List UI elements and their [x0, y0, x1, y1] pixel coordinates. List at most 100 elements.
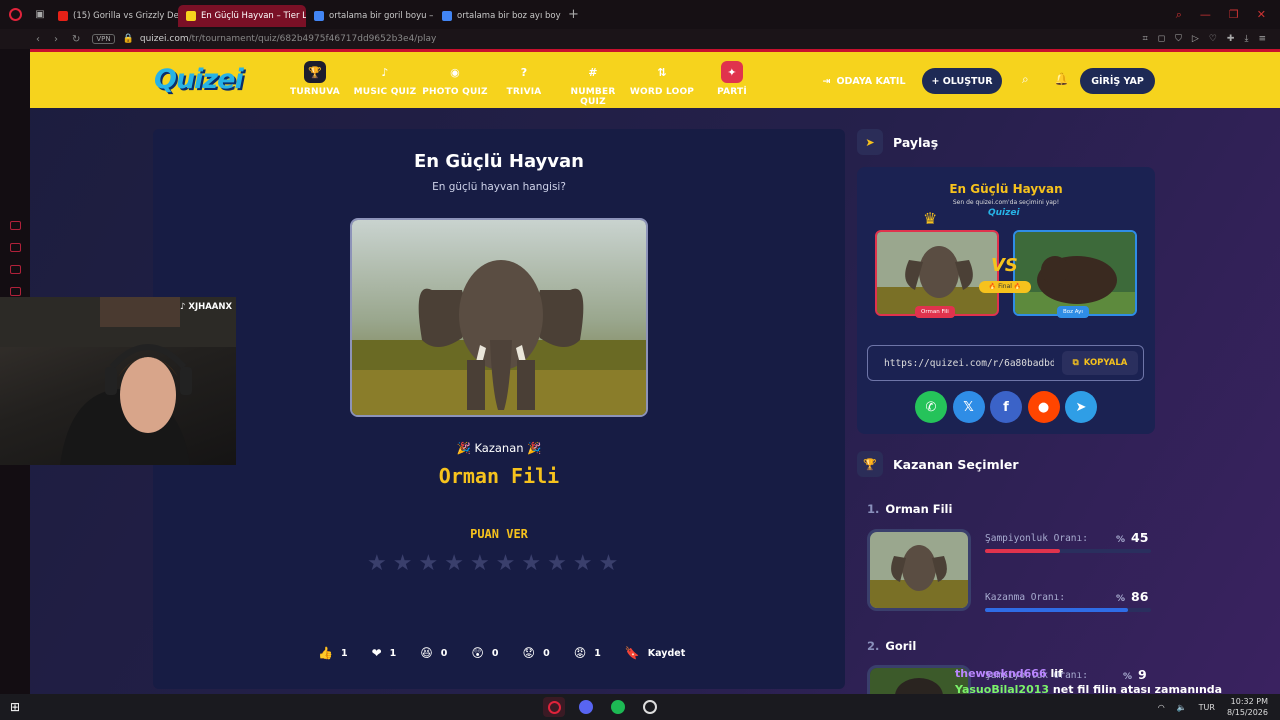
browser-tab[interactable]: (15) Gorilla vs Grizzly Deba [50, 5, 178, 27]
whatsapp-icon[interactable]: ✆ [915, 391, 947, 423]
nav-item-number-quiz[interactable]: # NUMBER QUIZ [558, 61, 628, 108]
hash-icon: # [588, 65, 598, 79]
star-icon[interactable]: ★ [496, 553, 516, 575]
create-button[interactable]: + OLUŞTUR [922, 68, 1002, 94]
sidebar-whatsapp-icon[interactable] [10, 243, 21, 252]
sidebar-flow-icon[interactable] [10, 287, 21, 296]
nav-item-turnuva[interactable]: 🏆 TURNUVA [280, 61, 350, 97]
nav-item-label: PHOTO QUIZ [422, 87, 488, 97]
reaction-button[interactable]: 😲 0 [471, 646, 498, 660]
nav-item-trivia[interactable]: ? TRIVIA [489, 61, 559, 98]
maximize-icon[interactable]: ❐ [1229, 8, 1239, 22]
search-tabs-icon[interactable]: ⌕ [1176, 8, 1182, 22]
share-right-image [1013, 230, 1137, 316]
vpn-badge[interactable]: VPN [92, 34, 115, 44]
sidebar-player-icon[interactable] [10, 265, 21, 274]
reaction-button[interactable]: 😟 0 [523, 646, 550, 660]
star-icon[interactable]: ★ [393, 553, 413, 575]
star-icon[interactable]: ★ [367, 553, 387, 575]
star-icon[interactable]: ★ [470, 553, 490, 575]
star-icon[interactable]: ★ [444, 553, 464, 575]
back-icon[interactable]: ‹ [36, 34, 40, 45]
winners-heading-label: Kazanan Seçimler [893, 456, 1019, 472]
nav-item-photo-quiz[interactable]: ◉ PHOTO QUIZ [420, 61, 490, 98]
wifi-icon[interactable]: ◠ [1158, 703, 1165, 712]
star-icon[interactable]: ★ [599, 553, 619, 575]
facebook-icon[interactable]: f [990, 391, 1022, 423]
menu-icon[interactable]: ≡ [1258, 34, 1266, 44]
reaction-button[interactable]: ❤ 1 [372, 646, 397, 660]
nav-item-label: PARTİ [717, 87, 747, 97]
volume-icon[interactable]: 🔈 [1177, 703, 1187, 712]
webcam-overlay: ♪ XJHAANX [0, 297, 236, 465]
heart-outline-icon[interactable]: ♡ [1209, 34, 1217, 44]
nav-item-parti̇[interactable]: ✦ PARTİ [697, 61, 767, 97]
join-room-button[interactable]: ⇥ ODAYA KATIL [818, 68, 910, 94]
screenshot-icon[interactable]: ⌗ [1143, 34, 1148, 44]
winner-image [350, 218, 648, 417]
star-icon[interactable]: ★ [547, 553, 567, 575]
reddit-icon[interactable]: ● [1027, 391, 1060, 423]
winner-rank-1-image[interactable] [867, 529, 971, 611]
star-icon[interactable]: ★ [521, 553, 541, 575]
shield-icon[interactable]: ⛉ [1175, 34, 1182, 44]
x-icon[interactable]: 𝕏 [952, 391, 985, 423]
download-icon[interactable]: ⤓ [1244, 34, 1248, 44]
snapshot-icon[interactable]: ◻ [1158, 34, 1165, 44]
search-icon[interactable]: ⌕ [1022, 72, 1029, 87]
share-link-text[interactable]: https://quizei.com/r/6a80badbd [884, 358, 1054, 369]
reaction-button[interactable]: 👍 1 [318, 646, 348, 660]
share-card-subtitle: Sen de quizei.com'da seçimini yap! [952, 199, 1060, 206]
reaction-button[interactable]: 😆 0 [420, 646, 447, 660]
reaction-bar: 👍 1 ❤ 1 😆 0 😲 0 😟 0 😡 1 🔖 Kaydet [318, 646, 685, 660]
quizei-logo[interactable]: Quizei [154, 64, 244, 95]
extensions-icon[interactable]: ✚ [1227, 34, 1235, 44]
taskbar-discord-icon[interactable] [575, 697, 597, 717]
reaction-count: 1 [389, 647, 397, 659]
login-button[interactable]: GİRİŞ YAP [1080, 68, 1155, 94]
windows-start-icon[interactable]: ⊞ [0, 700, 30, 714]
camera-icon: ◉ [450, 65, 460, 79]
play-icon[interactable]: ▷ [1192, 34, 1199, 44]
quiz-subtitle: En güçlü hayvan hangisi? [432, 181, 566, 193]
star-icon[interactable]: ★ [573, 553, 593, 575]
windows-taskbar: ⊞ ◠ 🔈 TUR 10:32 PM 8/15/2026 [0, 694, 1280, 720]
nav-item-music-quiz[interactable]: ♪ MUSIC QUIZ [350, 61, 420, 98]
champion-rate-label: Şampiyonluk Oranı: [985, 533, 1088, 544]
sidebar-messenger-icon[interactable] [10, 221, 21, 230]
lock-icon: 🔒 [122, 34, 134, 44]
opera-menu-button[interactable] [0, 0, 30, 29]
url-field[interactable]: quizei.com/tr/tournament/quiz/682b4975f4… [140, 34, 437, 44]
browser-tab[interactable]: En Güçlü Hayvan – Tier Lis [178, 5, 306, 27]
bell-icon[interactable]: 🔔 [1054, 72, 1069, 86]
reload-icon[interactable]: ↻ [72, 34, 80, 45]
browser-tab-label: ortalama bir goril boyu – G [329, 11, 434, 21]
clock-time: 10:32 PM [1230, 697, 1268, 706]
browser-tab[interactable]: ortalama bir goril boyu – G [306, 5, 434, 27]
music-icon: ♪ [381, 65, 389, 79]
party-icon: ✦ [721, 61, 743, 83]
minimize-icon[interactable]: — [1200, 8, 1211, 22]
close-window-icon[interactable]: ✕ [1257, 8, 1266, 22]
opera-logo-icon [8, 8, 22, 21]
telegram-icon[interactable]: ➤ [1065, 391, 1097, 423]
taskbar-spotify-icon[interactable] [607, 697, 629, 717]
new-tab-button[interactable]: + [568, 7, 579, 22]
winner-name: Orman Fili [438, 464, 560, 488]
tab-overview-icon[interactable]: ▣ [30, 9, 50, 20]
discord-glyph [579, 700, 593, 714]
forward-icon[interactable]: › [54, 34, 58, 45]
taskbar-obs-icon[interactable] [639, 697, 661, 717]
nav-item-label: TRIVIA [506, 87, 542, 97]
copy-button[interactable]: ⧉ KOPYALA [1062, 351, 1138, 375]
browser-tab[interactable]: ortalama bir boz ayı boy – G [434, 5, 562, 27]
language-indicator[interactable]: TUR [1199, 703, 1215, 712]
nav-item-word-loop[interactable]: ⇅ WORD LOOP [627, 61, 697, 98]
reaction-button[interactable]: 😡 1 [574, 646, 601, 660]
clock[interactable]: 10:32 PM 8/15/2026 [1227, 696, 1268, 718]
star-icon[interactable]: ★ [418, 553, 438, 575]
taskbar-opera-icon[interactable] [543, 697, 565, 717]
angry-icon: 😡 [573, 646, 587, 660]
save-button[interactable]: 🔖 Kaydet [625, 646, 685, 660]
browser-tab-label: ortalama bir boz ayı boy – G [457, 11, 562, 21]
